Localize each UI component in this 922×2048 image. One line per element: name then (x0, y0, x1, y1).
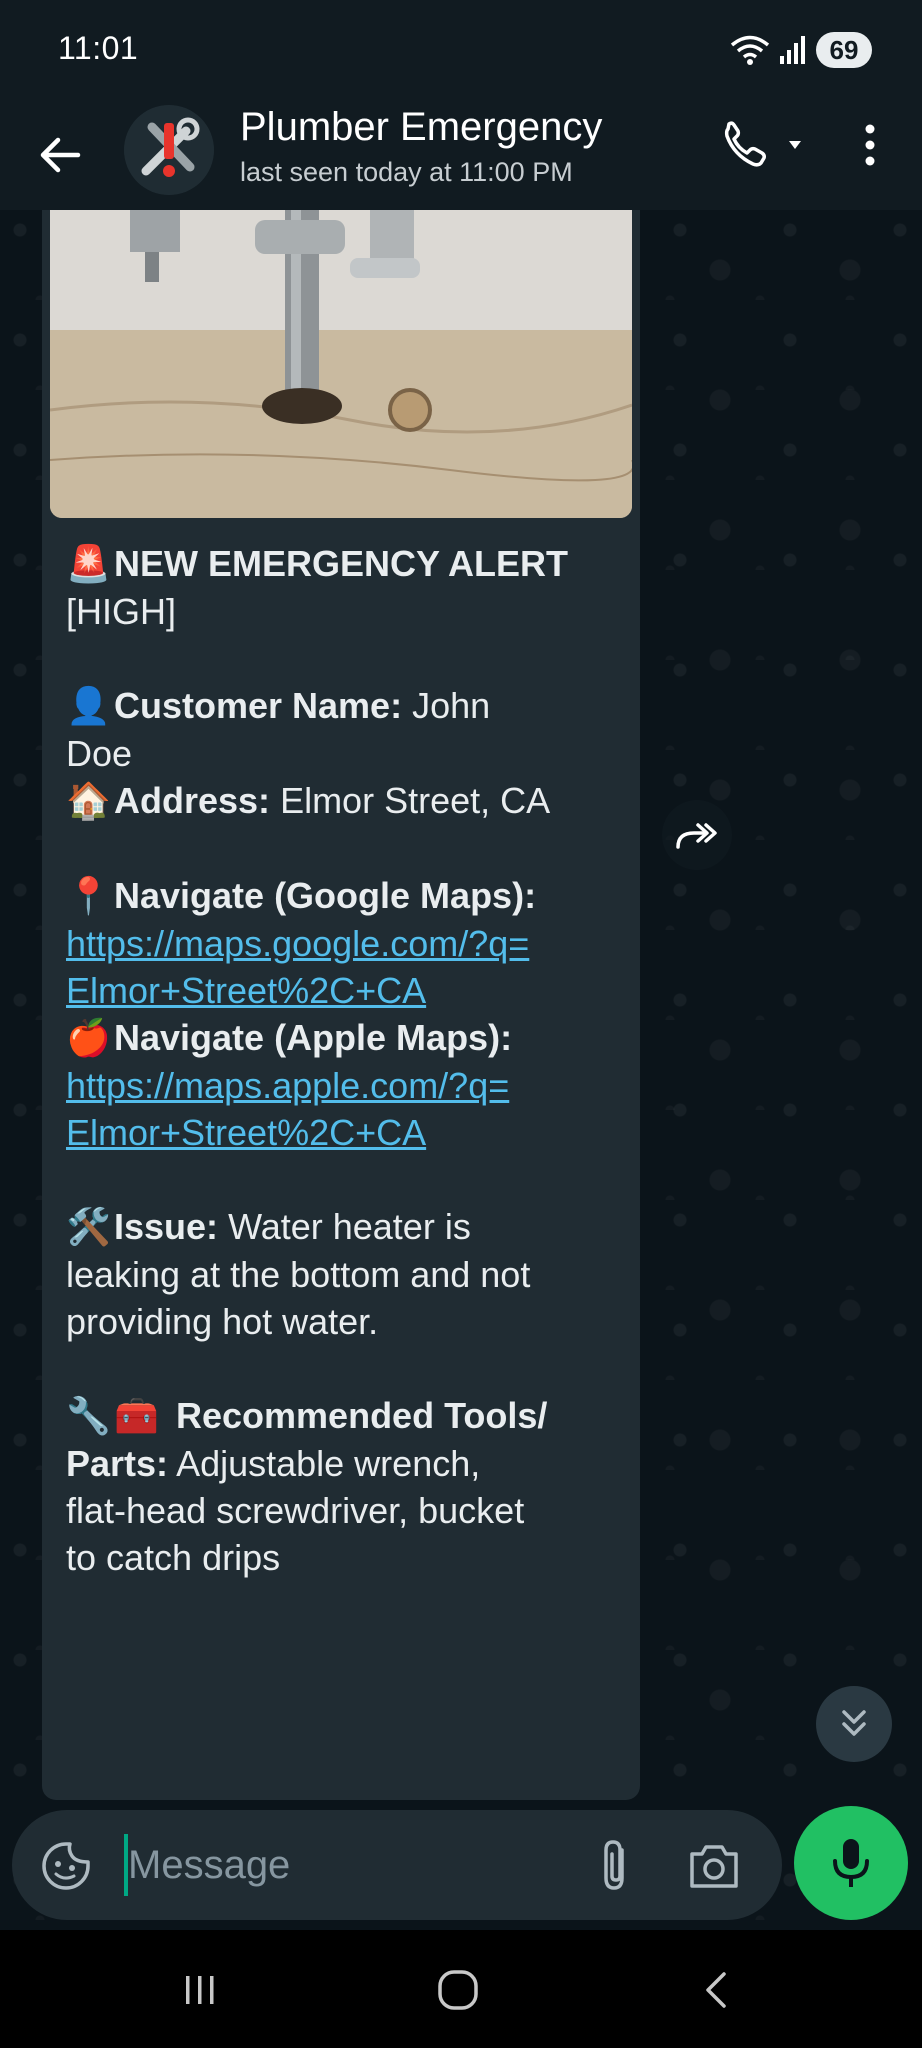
customer-value: John (412, 685, 491, 726)
issue-value-3: providing hot water. (66, 1301, 379, 1342)
phone-icon (724, 121, 801, 167)
signal-icon (780, 36, 805, 64)
chat-title[interactable]: Plumber Emergency (240, 105, 602, 150)
address-label: Address: (114, 780, 271, 821)
wrench-emoji: 🔧 (66, 1396, 111, 1437)
pin-emoji: 📍 (66, 876, 111, 917)
status-time: 11:01 (58, 30, 139, 66)
message-bubble[interactable]: 🚨NEW EMERGENCY ALERT [HIGH] 👤Customer Na… (42, 210, 640, 1800)
back-button[interactable] (30, 125, 90, 185)
tools-label-1: Recommended Tools/ (176, 1395, 548, 1436)
sticker-icon (42, 1842, 90, 1890)
chat-header: Plumber Emergency last seen today at 11:… (0, 105, 922, 210)
alert-title: NEW EMERGENCY ALERT (114, 543, 569, 584)
tools-label-2: Parts: (66, 1443, 169, 1484)
customer-label: Customer Name: (114, 685, 403, 726)
attach-button[interactable] (588, 1836, 644, 1896)
home-button[interactable] (418, 1960, 498, 2020)
toolbox-emoji: 🧰 (114, 1396, 159, 1437)
wifi-icon (730, 35, 770, 65)
leaking-pipe-photo (50, 210, 632, 518)
address-value: Elmor Street, CA (280, 780, 551, 821)
recent-apps-icon (186, 1976, 214, 2004)
paperclip-icon (604, 1840, 624, 1890)
apple-maps-label: Navigate (Apple Maps): (114, 1017, 513, 1058)
emoji-button[interactable] (38, 1838, 94, 1894)
apple-maps-link[interactable]: https://maps.apple.com/?q= Elmor+Street%2… (66, 1065, 509, 1153)
system-back-button[interactable] (676, 1960, 756, 2020)
google-maps-label: Navigate (Google Maps): (114, 875, 537, 916)
status-icons: 69 (730, 30, 872, 70)
forward-icon (676, 823, 717, 849)
customer-value-cont: Doe (66, 733, 133, 774)
status-bar: 11:01 69 (0, 0, 922, 105)
voice-message-button[interactable] (794, 1806, 908, 1920)
chevron-left-icon (706, 1972, 726, 2008)
apple-emoji: 🍎 (66, 1018, 111, 1059)
message-image[interactable] (50, 210, 632, 518)
alert-emoji: 🚨 (66, 544, 111, 585)
alert-priority: [HIGH] (66, 591, 177, 632)
tools-value-2: flat-head screwdriver, bucket (66, 1490, 525, 1531)
plumber-logo-icon (124, 105, 214, 195)
customer-emoji: 👤 (66, 686, 111, 727)
message-composer (12, 1810, 782, 1920)
arrow-left-icon (40, 137, 81, 173)
tools-emoji: 🛠️ (66, 1207, 111, 1248)
last-seen-status: last seen today at 11:00 PM (240, 157, 573, 187)
call-button[interactable] (716, 117, 816, 177)
address-emoji: 🏠 (66, 781, 111, 822)
scroll-to-bottom-button[interactable] (816, 1686, 892, 1762)
camera-button[interactable] (684, 1836, 744, 1896)
system-nav-bar (0, 1930, 922, 2048)
issue-value-1: Water heater is (228, 1206, 471, 1247)
battery-indicator: 69 (816, 32, 872, 68)
google-maps-link[interactable]: https://maps.google.com/?q= Elmor+Street%… (66, 923, 529, 1011)
chevrons-down-icon (842, 1710, 866, 1736)
tools-value-3: to catch drips (66, 1537, 281, 1578)
home-icon (438, 1970, 478, 2010)
more-vert-icon (865, 124, 875, 166)
mic-icon (833, 1839, 869, 1887)
tools-value-1: Adjustable wrench, (176, 1443, 481, 1484)
recent-apps-button[interactable] (160, 1960, 240, 2020)
contact-avatar[interactable] (124, 105, 214, 195)
issue-value-2: leaking at the bottom and not (66, 1254, 531, 1295)
issue-label: Issue: (114, 1206, 219, 1247)
forward-button[interactable] (662, 800, 732, 870)
message-text: 🚨NEW EMERGENCY ALERT [HIGH] 👤Customer Na… (66, 540, 626, 1581)
message-input[interactable] (128, 1832, 568, 1898)
chat-area[interactable]: 🚨NEW EMERGENCY ALERT [HIGH] 👤Customer Na… (0, 210, 922, 1930)
camera-icon (690, 1845, 738, 1888)
more-options-button[interactable] (852, 117, 888, 177)
